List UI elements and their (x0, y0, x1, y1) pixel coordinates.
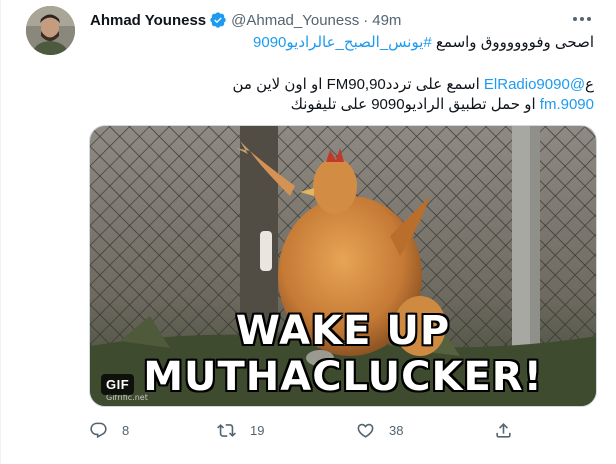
more-icon[interactable] (570, 9, 594, 29)
reply-icon (90, 422, 107, 438)
tweet-text-line3: 9090.fm او حمل تطبيق الراديو9090 على تلي… (94, 95, 594, 115)
action-bar: 8 19 38 (89, 418, 539, 442)
share-icon (496, 422, 511, 438)
like-button[interactable]: 38 (356, 418, 403, 442)
separator-dot: · (363, 11, 369, 29)
gif-badge: GIF (101, 374, 135, 395)
retweet-icon (217, 423, 236, 437)
mention-link[interactable]: @ElRadio9090 (484, 76, 585, 93)
tweet-text-line2: ع@ElRadio9090 اسمع على ترددFM90,90 او او… (94, 75, 594, 95)
share-button[interactable] (494, 418, 513, 442)
tweet-text: اسمع على ترددFM90,90 او اون لاين من (232, 76, 484, 93)
tweet-text: اصحى وفووووووق واسمع (431, 34, 594, 51)
url-link[interactable]: 9090.fm (540, 96, 594, 113)
gif-caption: WAKE UP MUTHACLUCKER! (143, 308, 543, 400)
like-icon (357, 423, 374, 438)
reply-count: 8 (122, 422, 130, 438)
reply-button[interactable]: 8 (89, 418, 129, 442)
handle[interactable]: @Ahmad_Youness (231, 12, 359, 29)
verified-badge-icon (209, 11, 227, 29)
avatar[interactable] (26, 6, 75, 55)
like-count: 38 (389, 422, 404, 438)
retweet-button[interactable]: 19 (217, 418, 264, 442)
hashtag-link[interactable]: #يونس_الصبح_عالراديو9090 (253, 34, 432, 51)
tweet-header: Ahmad Youness @Ahmad_Youness · 49m (90, 10, 401, 30)
tweet-text-prefix: ع (585, 76, 594, 93)
display-name[interactable]: Ahmad Youness (90, 12, 206, 29)
timestamp[interactable]: 49m (372, 12, 401, 29)
gif-media[interactable]: Gifrific.net WAKE UP MUTHACLUCKER! GIF (89, 125, 597, 407)
tweet-text: او حمل تطبيق الراديو9090 على تليفونك (290, 96, 540, 113)
retweet-count: 19 (250, 422, 265, 438)
tweet-text-line1: اصحى وفووووووق واسمع #يونس_الصبح_عالرادي… (94, 33, 594, 53)
tweet-article[interactable]: Ahmad Youness @Ahmad_Youness · 49m اصحى … (0, 0, 616, 464)
